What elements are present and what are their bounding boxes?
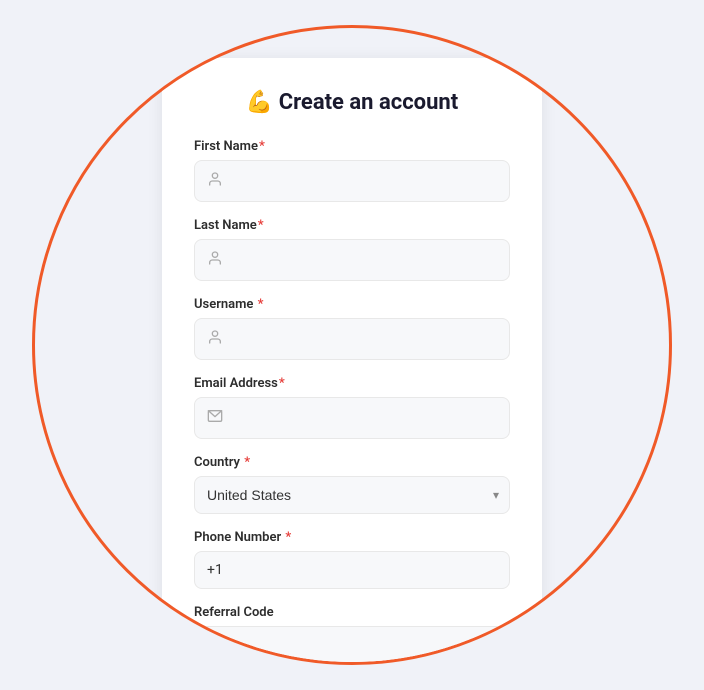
form-card: 💪 Create an account First Name* Las	[162, 58, 542, 665]
country-required: *	[244, 455, 250, 470]
country-group: Country * United States Canada United Ki…	[194, 455, 510, 514]
first-name-required: *	[259, 139, 265, 154]
last-name-input[interactable]	[231, 252, 497, 268]
username-group: Username *	[194, 297, 510, 360]
email-required: *	[279, 376, 285, 391]
referral-group: Referral Code	[194, 605, 510, 664]
title-emoji: 💪	[246, 90, 273, 115]
last-name-group: Last Name*	[194, 218, 510, 281]
email-input-wrapper	[194, 397, 510, 439]
referral-label: Referral Code	[194, 605, 510, 620]
outer-circle: 💪 Create an account First Name* Las	[32, 25, 672, 665]
country-select-wrapper: United States Canada United Kingdom Aust…	[194, 476, 510, 514]
phone-label: Phone Number *	[194, 530, 510, 545]
first-name-label: First Name*	[194, 139, 510, 154]
username-label: Username *	[194, 297, 510, 312]
first-name-group: First Name*	[194, 139, 510, 202]
first-name-input[interactable]	[231, 173, 497, 189]
username-icon	[207, 329, 223, 349]
last-name-required: *	[258, 218, 264, 233]
first-name-input-wrapper	[194, 160, 510, 202]
email-icon	[207, 408, 223, 428]
phone-input[interactable]	[227, 562, 497, 578]
phone-prefix: +1	[207, 562, 227, 578]
last-name-icon	[207, 250, 223, 270]
username-required: *	[258, 297, 264, 312]
referral-input[interactable]	[207, 637, 497, 653]
email-group: Email Address*	[194, 376, 510, 439]
phone-input-wrapper: +1	[194, 551, 510, 589]
last-name-label: Last Name*	[194, 218, 510, 233]
form-title: 💪 Create an account	[194, 90, 510, 115]
username-input[interactable]	[231, 331, 497, 347]
country-label: Country *	[194, 455, 510, 470]
country-select[interactable]: United States Canada United Kingdom Aust…	[195, 477, 509, 513]
email-input[interactable]	[231, 410, 497, 426]
first-name-icon	[207, 171, 223, 191]
phone-group: Phone Number * +1	[194, 530, 510, 589]
username-input-wrapper	[194, 318, 510, 360]
phone-required: *	[285, 530, 291, 545]
referral-input-wrapper	[194, 626, 510, 664]
email-label: Email Address*	[194, 376, 510, 391]
last-name-input-wrapper	[194, 239, 510, 281]
title-text: Create an account	[279, 90, 458, 115]
